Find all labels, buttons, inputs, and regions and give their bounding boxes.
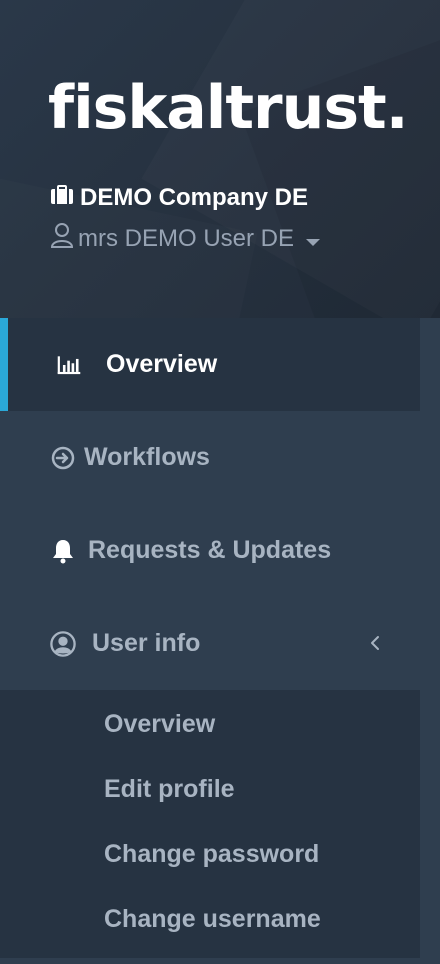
bell-icon bbox=[50, 538, 76, 564]
sidebar-edge bbox=[420, 318, 440, 964]
nav-item-label: Requests & Updates bbox=[88, 536, 332, 564]
submenu-item-change-password[interactable]: Change password bbox=[0, 822, 420, 887]
submenu-item-label: Overview bbox=[104, 710, 216, 738]
nav-item-label: Overview bbox=[106, 350, 218, 378]
nav-item-requests-updates[interactable]: Requests & Updates bbox=[0, 504, 420, 597]
nav-item-label: Workflows bbox=[84, 443, 210, 471]
nav-item-label: User info bbox=[92, 629, 201, 657]
chevron-left-icon[interactable] bbox=[370, 631, 380, 657]
user-dropdown[interactable]: mrs DEMO User DE bbox=[50, 222, 320, 255]
company-name-row: DEMO Company DE bbox=[50, 184, 308, 212]
nav-item-workflows[interactable]: Workflows bbox=[0, 411, 420, 504]
submenu-item-label: Change username bbox=[104, 905, 321, 933]
nav-item-user-info[interactable]: User info bbox=[0, 597, 420, 690]
bar-chart-icon bbox=[56, 352, 82, 378]
nav-item-overview[interactable]: Overview bbox=[0, 318, 420, 411]
user-info-submenu: Overview Edit profile Change password Ch… bbox=[0, 690, 420, 958]
company-name: DEMO Company DE bbox=[80, 184, 309, 211]
briefcase-icon bbox=[50, 184, 74, 212]
sidebar-header: fiskaltrust. DEMO Company DE mrs DEMO Us… bbox=[0, 0, 440, 318]
brand-logo[interactable]: fiskaltrust. bbox=[48, 78, 409, 138]
user-circle-icon bbox=[50, 630, 76, 657]
user-name: mrs DEMO User DE bbox=[78, 224, 294, 252]
user-icon bbox=[50, 222, 74, 255]
arrow-circle-right-icon bbox=[50, 445, 76, 471]
sidebar-nav: Overview Workflows Requests & Updates Us… bbox=[0, 318, 420, 958]
submenu-item-label: Edit profile bbox=[104, 775, 235, 803]
submenu-item-edit-profile[interactable]: Edit profile bbox=[0, 757, 420, 822]
submenu-item-label: Change password bbox=[104, 840, 320, 868]
caret-down-icon bbox=[306, 239, 320, 246]
submenu-item-change-username[interactable]: Change username bbox=[0, 887, 420, 952]
submenu-item-overview[interactable]: Overview bbox=[0, 692, 420, 757]
